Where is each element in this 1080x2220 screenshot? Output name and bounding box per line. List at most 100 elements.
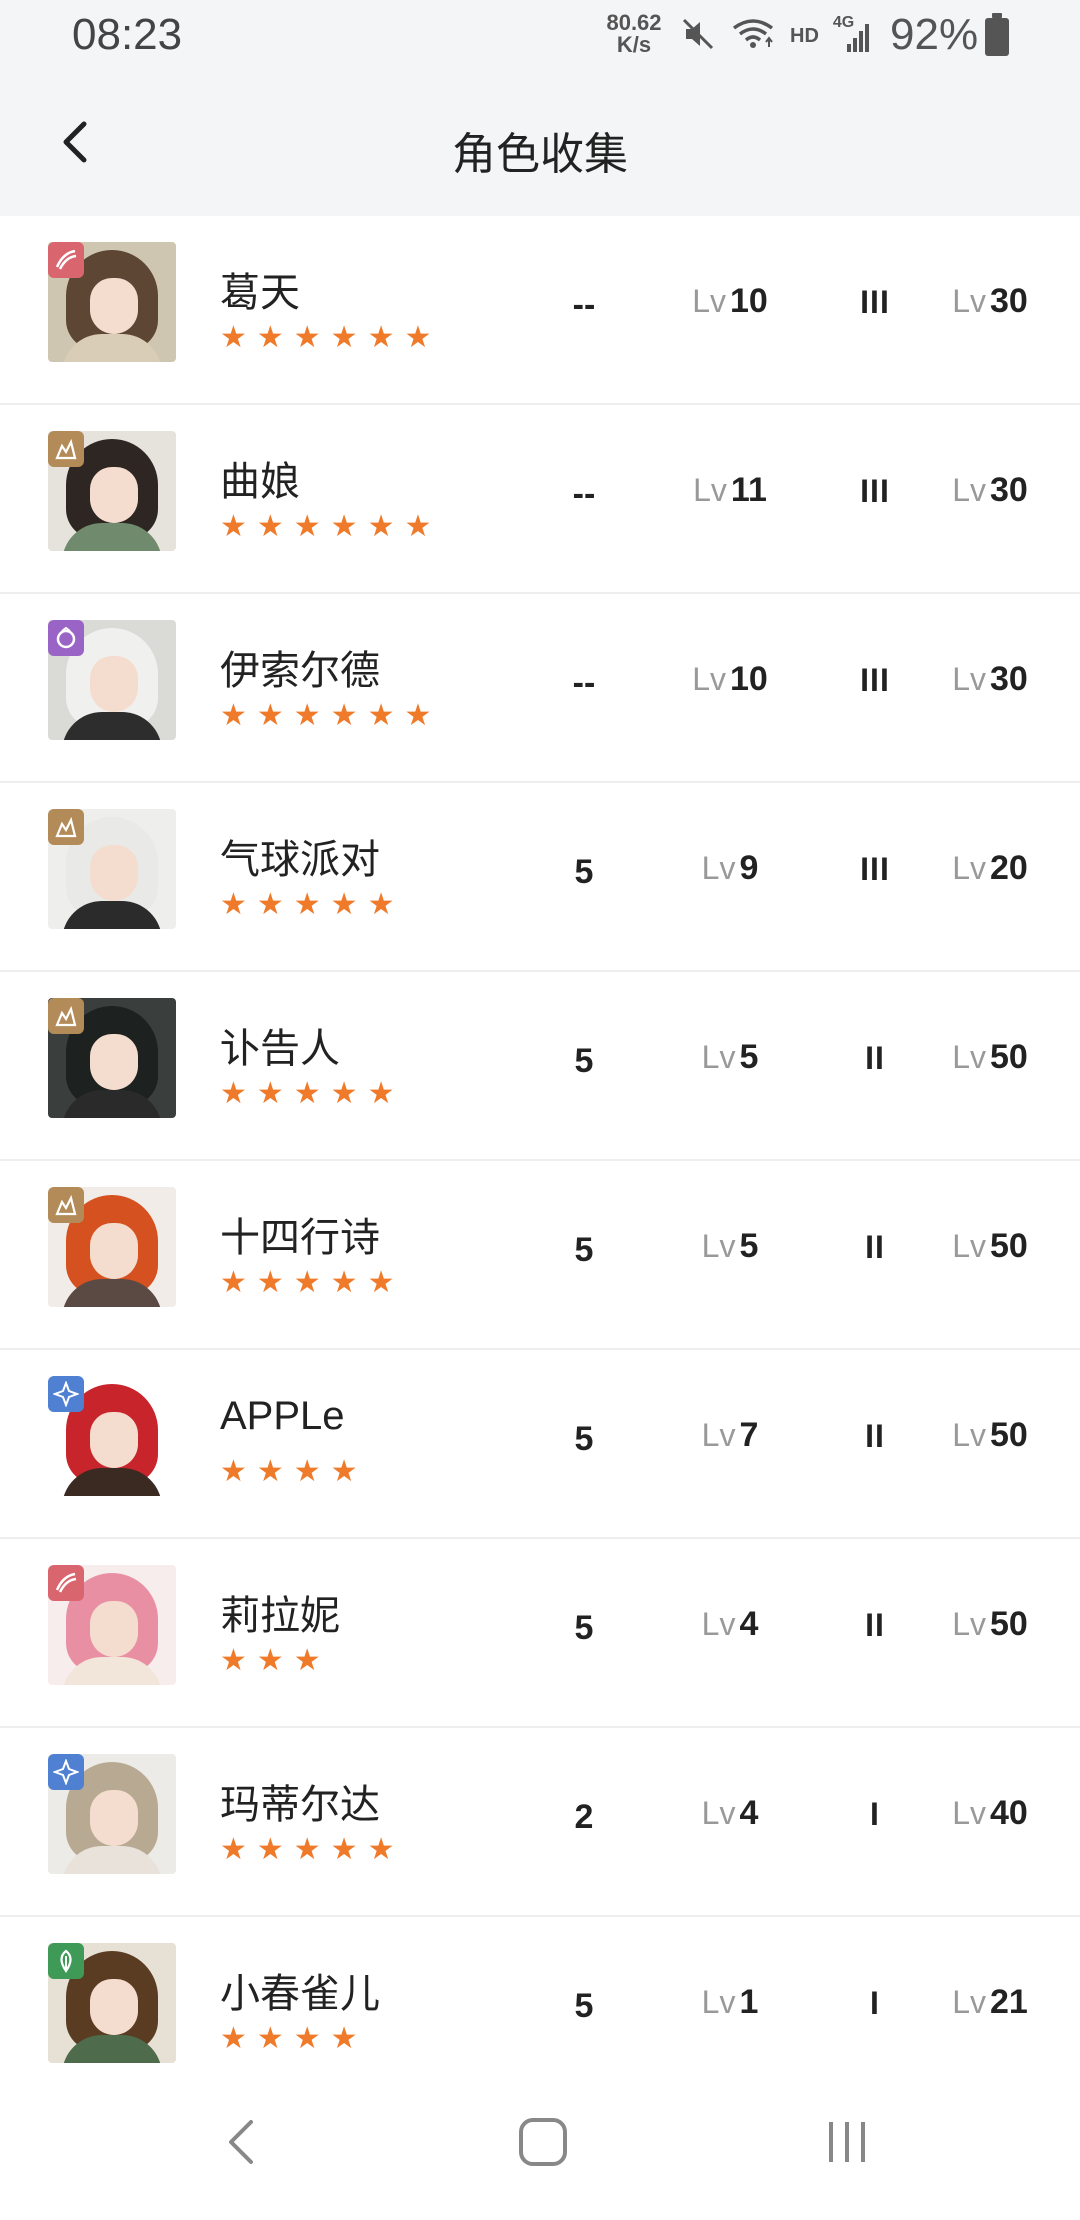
character-name: 莉拉妮 [220,1594,340,1638]
mountain-class-icon [48,809,84,845]
rarity-stars: ★★★★ [220,1455,368,1488]
max-level-label: Lv [952,1228,986,1264]
level-value: 11 [730,471,767,509]
character-name: 讣告人 [220,1027,340,1071]
status-bar: 08:23 80.62 K/s HD 4G 92% [0,0,1080,72]
level-label: Lv [692,283,726,319]
max-level-value: 20 [989,849,1028,887]
level-value: 4 [739,1794,759,1832]
insight-value: -- [572,286,596,324]
max-level-label: Lv [952,1984,986,2020]
level-label: Lv [692,661,726,697]
character-row[interactable]: 曲娘 ★★★★★★ -- Lv 11 III Lv 30 [0,405,1080,594]
max-level-label: Lv [952,1606,986,1642]
character-row[interactable]: 小春雀儿 ★★★★ 5 Lv 1 I Lv 21 [0,1917,1080,2068]
tier-value: III [860,851,890,887]
insight-value: 5 [574,1042,594,1080]
insight-value: -- [572,664,596,702]
signal-icon: 4G [833,14,873,54]
max-level-label: Lv [952,1039,986,1075]
character-level: Lv 10 [660,282,800,321]
level-value: 5 [739,1227,759,1265]
max-level: Lv 50 [930,1227,1050,1266]
tier-value: I [870,1985,880,2021]
max-level-label: Lv [952,283,986,319]
insight-value: 5 [574,1420,594,1458]
insight-value: 5 [574,1231,594,1269]
max-level: Lv 50 [930,1416,1050,1455]
rarity-stars: ★★★★★ [220,1266,405,1299]
character-row[interactable]: APPLe ★★★★ 5 Lv 7 II Lv 50 [0,1350,1080,1539]
character-name: 伊索尔德 [220,649,380,693]
max-level: Lv 30 [930,471,1050,510]
level-label: Lv [701,1417,736,1453]
character-level: Lv 4 [660,1794,800,1833]
tier-value: II [865,1040,885,1076]
character-row[interactable]: 葛天 ★★★★★★ -- Lv 10 III Lv 30 [0,216,1080,405]
orb-class-icon [48,620,84,656]
character-name: 十四行诗 [220,1216,380,1260]
level-label: Lv [701,1606,736,1642]
rarity-stars: ★★★★★ [220,1077,405,1110]
character-name: 气球派对 [220,838,380,882]
max-level-value: 21 [989,1983,1028,2021]
max-level-label: Lv [952,1417,986,1453]
tier-value: III [860,473,890,509]
rarity-stars: ★★★★★★ [220,321,442,354]
claw-class-icon [48,1565,84,1601]
character-level: Lv 5 [660,1227,800,1266]
mute-icon [680,16,716,57]
max-level-label: Lv [952,661,986,697]
character-level: Lv 9 [660,849,800,888]
character-row[interactable]: 讣告人 ★★★★★ 5 Lv 5 II Lv 50 [0,972,1080,1161]
character-row[interactable]: 气球派对 ★★★★★ 5 Lv 9 III Lv 20 [0,783,1080,972]
tier-value: II [865,1607,885,1643]
rarity-stars: ★★★★★ [220,888,405,921]
max-level: Lv 30 [930,660,1050,699]
tier-value: II [865,1418,885,1454]
insight-value: 2 [574,1798,594,1836]
tier-value: I [870,1796,880,1832]
mountain-class-icon [48,1187,84,1223]
max-level-value: 50 [989,1416,1028,1454]
character-name: APPLe [220,1394,345,1438]
level-value: 10 [729,660,768,698]
insight-value: 5 [574,853,594,891]
page-title: 角色收集 [452,130,628,179]
max-level-value: 50 [989,1227,1028,1265]
tier-value: III [860,662,890,698]
mountain-class-icon [48,431,84,467]
nav-home-button[interactable] [498,2104,588,2184]
max-level-value: 30 [989,660,1028,698]
claw-class-icon [48,242,84,278]
status-time: 08:23 [72,10,183,59]
nav-back-button[interactable] [196,2104,286,2184]
max-level-value: 50 [989,1605,1028,1643]
level-value: 10 [729,282,768,320]
character-row[interactable]: 十四行诗 ★★★★★ 5 Lv 5 II Lv 50 [0,1161,1080,1350]
character-name: 葛天 [220,271,300,315]
max-level: Lv 21 [930,1983,1050,2022]
star-class-icon [48,1754,84,1790]
leaf-class-icon [48,1943,84,1979]
character-row[interactable]: 伊索尔德 ★★★★★★ -- Lv 10 III Lv 30 [0,594,1080,783]
insight-value: 5 [574,1987,594,2025]
nav-back-icon [221,2116,261,2173]
battery-icon [985,13,1009,56]
mountain-class-icon [48,998,84,1034]
max-level: Lv 40 [930,1794,1050,1833]
network-speed-unit: K/s [616,32,652,57]
max-level: Lv 30 [930,282,1050,321]
rarity-stars: ★★★★★★ [220,699,442,732]
character-name: 曲娘 [220,460,300,504]
system-nav-bar [0,2068,1080,2220]
character-list[interactable]: 葛天 ★★★★★★ -- Lv 10 III Lv 30 曲娘 ★★★★★★ -- Lv 11 III Lv… [0,216,1080,2068]
nav-recents-button[interactable] [802,2104,892,2184]
network-speed: 80.62 K/s [598,12,670,56]
max-level: Lv 20 [930,849,1050,888]
max-level-value: 40 [989,1794,1028,1832]
max-level: Lv 50 [930,1605,1050,1644]
character-row[interactable]: 玛蒂尔达 ★★★★★ 2 Lv 4 I Lv 40 [0,1728,1080,1917]
character-level: Lv 10 [660,660,800,699]
character-row[interactable]: 莉拉妮 ★★★ 5 Lv 4 II Lv 50 [0,1539,1080,1728]
